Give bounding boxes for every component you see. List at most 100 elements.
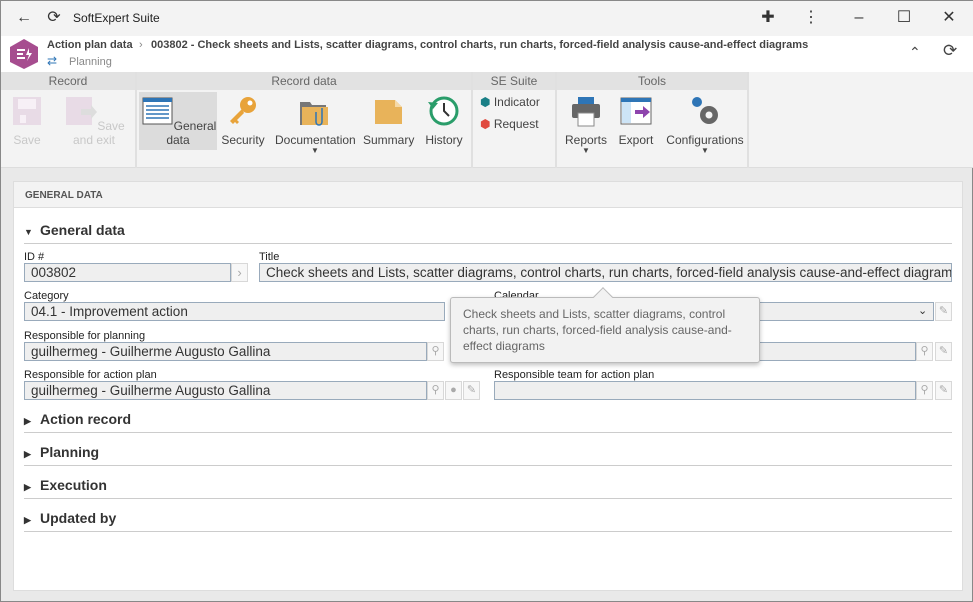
collapse-icon[interactable]: ⌃ [909, 44, 921, 61]
section-title: General data [40, 222, 125, 238]
general-data-button[interactable]: General data [139, 92, 217, 150]
group-title: Tools [557, 72, 747, 90]
responsible-planning-label: Responsible for planning [24, 330, 146, 342]
group-record: Record Save Save and exit [1, 72, 137, 168]
section-title: Execution [40, 477, 107, 493]
dropdown-caret-icon: ▼ [311, 146, 319, 155]
breadcrumb-root[interactable]: Action plan data [47, 39, 133, 51]
export-button[interactable]: Export [615, 92, 657, 150]
save-button[interactable]: Save [5, 92, 49, 150]
section-updated-by[interactable]: ▶ Updated by [24, 510, 952, 532]
record-header: Action plan data › 003802 - Check sheets… [1, 36, 973, 72]
reports-button[interactable]: Reports ▼ [561, 92, 611, 155]
group-title: Record data [137, 72, 471, 90]
dropdown-caret-icon: ▼ [582, 146, 590, 155]
breadcrumb-separator: › [139, 39, 143, 51]
documentation-button[interactable]: Documentation ▼ [275, 92, 356, 155]
collapsed-caret-icon: ▶ [24, 482, 31, 492]
extension-icon[interactable]: ✚ [753, 5, 783, 31]
title-field[interactable]: Check sheets and Lists, scatter diagrams… [259, 263, 952, 282]
request-label: Request [493, 117, 539, 131]
configurations-label: Configurations [666, 133, 744, 147]
group-title: SE Suite [473, 72, 555, 90]
section-planning[interactable]: ▶ Planning [24, 444, 952, 466]
section-title: Action record [40, 411, 132, 427]
clear-brush-icon[interactable]: ✎ [935, 342, 952, 361]
section-action-record[interactable]: ▶ Action record [24, 411, 952, 433]
save-exit-icon [66, 97, 98, 125]
floppy-icon [13, 97, 41, 125]
action-plan-logo-icon [10, 39, 38, 69]
minimize-button[interactable]: – [844, 5, 874, 31]
configurations-button[interactable]: Configurations ▼ [665, 92, 745, 155]
responsible-planning-field[interactable]: guilhermeg - Guilherme Augusto Gallina [24, 342, 427, 361]
key-icon [230, 97, 256, 124]
close-button[interactable]: ✕ [934, 5, 964, 31]
form-icon [142, 97, 173, 125]
title-tooltip: Check sheets and Lists, scatter diagrams… [450, 297, 760, 363]
request-button[interactable]: ⬢ Request [480, 117, 539, 131]
window-title: SoftExpert Suite [73, 11, 160, 25]
search-icon[interactable]: ⚲ [916, 342, 933, 361]
folder-clip-icon [300, 102, 328, 126]
summary-button[interactable]: Summary [363, 92, 415, 150]
security-label: Security [221, 133, 265, 147]
record-status: Planning [69, 56, 112, 68]
history-label: History [425, 133, 463, 147]
summary-label: Summary [363, 133, 415, 147]
chevron-right-icon[interactable]: › [231, 263, 248, 282]
collapsed-caret-icon: ▶ [24, 515, 31, 525]
section-general-data[interactable]: ▼ General data [24, 222, 952, 244]
search-icon[interactable]: ⚲ [916, 381, 933, 400]
category-label: Category [24, 290, 69, 302]
general-data-label: General data [166, 119, 217, 147]
refresh-icon[interactable]: ⟳ [39, 5, 69, 31]
indicator-button[interactable]: ⬢ Indicator [480, 95, 540, 109]
history-button[interactable]: History [421, 92, 467, 150]
responsible-action-field[interactable]: guilhermeg - Guilherme Augusto Gallina [24, 381, 427, 400]
summary-icon [375, 100, 402, 124]
reports-label: Reports [564, 133, 608, 147]
clear-brush-icon[interactable]: ✎ [935, 381, 952, 400]
collapsed-caret-icon: ▶ [24, 416, 31, 426]
responsible-team-field[interactable] [494, 381, 916, 400]
clear-brush-icon[interactable]: ✎ [935, 302, 952, 321]
search-icon[interactable]: ⚲ [427, 342, 444, 361]
export-label: Export [618, 133, 654, 147]
panel-title: GENERAL DATA [14, 182, 962, 208]
user-icon[interactable]: ● [445, 381, 462, 400]
back-icon[interactable]: ← [9, 5, 39, 31]
title-bar: ← ⟳ SoftExpert Suite ✚ ⋮ – ☐ ✕ [1, 1, 973, 36]
section-title: Updated by [40, 510, 117, 526]
save-label: Save [13, 133, 41, 147]
collapsed-caret-icon: ▶ [24, 449, 31, 459]
id-field[interactable]: 003802 [24, 263, 231, 282]
save-and-exit-button[interactable]: Save and exit [57, 92, 131, 150]
category-field[interactable]: 04.1 - Improvement action [24, 302, 445, 321]
more-icon[interactable]: ⋮ [796, 5, 826, 31]
id-label: ID # [24, 251, 45, 263]
history-icon [428, 96, 459, 126]
title-label: Title [259, 251, 280, 263]
reload-icon[interactable]: ⟳ [943, 41, 957, 61]
responsible-action-label: Responsible for action plan [24, 369, 157, 381]
chevron-down-icon[interactable]: ⌄ [918, 304, 927, 317]
security-button[interactable]: Security [221, 92, 265, 150]
group-tools: Tools Reports ▼ Export Configurations ▼ [557, 72, 749, 168]
ribbon: Record Save Save and exit Record data Ge… [1, 72, 973, 168]
planning-icon: ⇄ [47, 54, 58, 68]
export-icon [620, 97, 652, 125]
section-execution[interactable]: ▶ Execution [24, 477, 952, 499]
gears-icon [692, 97, 718, 124]
maximize-button[interactable]: ☐ [889, 5, 919, 31]
expanded-caret-icon: ▼ [24, 227, 33, 237]
search-icon[interactable]: ⚲ [427, 381, 444, 400]
printer-icon [572, 97, 600, 127]
indicator-label: Indicator [493, 95, 540, 109]
group-title: Record [1, 72, 135, 90]
request-icon: ⬢ [480, 117, 491, 131]
group-record-data: Record data General data Security Docume… [137, 72, 473, 168]
dropdown-caret-icon: ▼ [701, 146, 709, 155]
general-data-panel: GENERAL DATA ▼ General data ID # 003802 ›… [13, 181, 963, 591]
clear-brush-icon[interactable]: ✎ [463, 381, 480, 400]
